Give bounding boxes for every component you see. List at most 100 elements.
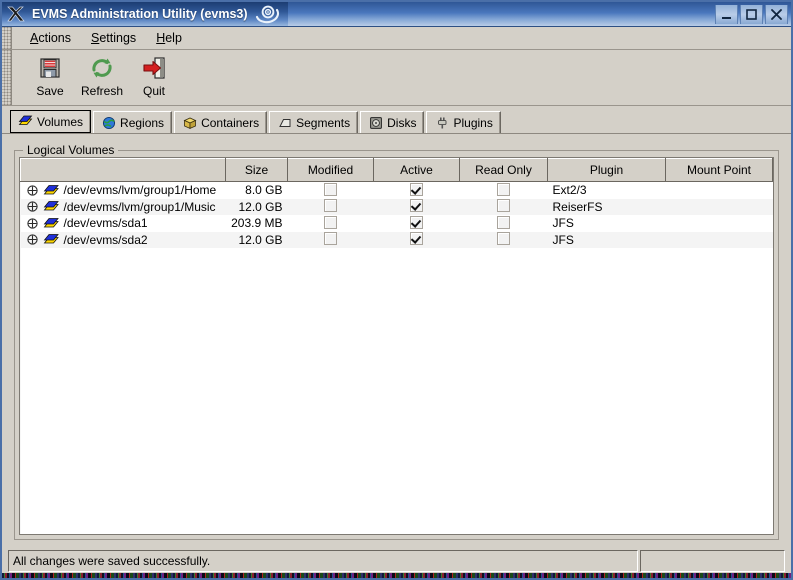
- volume-book-icon: [18, 115, 33, 129]
- tab-containers-label: Containers: [201, 116, 259, 130]
- cell-volume-name[interactable]: /dev/evms/lvm/group1/Music: [21, 199, 226, 216]
- read-only-checkbox[interactable]: [497, 199, 510, 212]
- volumes-table: Size Modified Active Read Only Plugin Mo…: [20, 158, 773, 248]
- cell-modified: [288, 182, 374, 199]
- menu-bar-drag-handle[interactable]: [2, 27, 12, 49]
- table-row[interactable]: /dev/evms/lvm/group1/Music12.0 GBReiserF…: [21, 199, 773, 216]
- active-checkbox[interactable]: [410, 232, 423, 245]
- volume-book-icon: [43, 184, 60, 197]
- read-only-checkbox[interactable]: [497, 183, 510, 196]
- cell-mount-point: [666, 182, 773, 199]
- expand-toggle-icon[interactable]: [26, 217, 39, 230]
- menu-item-help[interactable]: Help: [146, 29, 192, 47]
- column-header-active[interactable]: Active: [374, 159, 460, 182]
- tab-regions[interactable]: Regions: [93, 111, 172, 133]
- tab-plugins-label: Plugins: [453, 116, 492, 130]
- disk-icon: [368, 116, 383, 130]
- cell-read-only: [460, 199, 548, 216]
- window-controls: [713, 2, 791, 26]
- volume-name-label: /dev/evms/sda2: [64, 233, 148, 247]
- expand-toggle-icon[interactable]: [26, 200, 39, 213]
- refresh-button[interactable]: Refresh: [76, 54, 128, 98]
- column-header-modified[interactable]: Modified: [288, 159, 374, 182]
- menu-item-actions-rest: ctions: [38, 31, 71, 45]
- tab-containers[interactable]: Containers: [174, 111, 267, 133]
- cell-plugin: ReiserFS: [548, 199, 666, 216]
- menu-item-actions[interactable]: Actions: [20, 29, 81, 47]
- cell-plugin: JFS: [548, 232, 666, 249]
- segment-icon: [277, 116, 292, 130]
- tab-regions-label: Regions: [120, 116, 164, 130]
- menu-bar: Actions Settings Help: [2, 27, 791, 50]
- table-row[interactable]: /dev/evms/lvm/group1/Home8.0 GB Ext2/3: [21, 182, 773, 199]
- volume-name-label: /dev/evms/lvm/group1/Music: [64, 200, 216, 214]
- active-checkbox[interactable]: [410, 216, 423, 229]
- screen-artifact-strip: [2, 573, 791, 578]
- cell-volume-name[interactable]: /dev/evms/sda1: [21, 215, 226, 232]
- volumes-table-head: Size Modified Active Read Only Plugin Mo…: [21, 159, 773, 182]
- column-header-name[interactable]: [21, 159, 226, 182]
- modified-checkbox[interactable]: [324, 183, 337, 196]
- column-header-read-only[interactable]: Read Only: [460, 159, 548, 182]
- status-bar: All changes were saved successfully.: [4, 550, 789, 572]
- menu-item-settings[interactable]: Settings: [81, 29, 146, 47]
- minimize-button[interactable]: [715, 5, 738, 24]
- expand-toggle-icon[interactable]: [26, 184, 39, 197]
- tab-disks-label: Disks: [387, 116, 416, 130]
- active-checkbox[interactable]: [410, 183, 423, 196]
- read-only-checkbox[interactable]: [497, 232, 510, 245]
- expand-toggle-icon[interactable]: [26, 233, 39, 246]
- tab-segments[interactable]: Segments: [269, 111, 358, 133]
- cell-active: [374, 232, 460, 249]
- tab-plugins[interactable]: Plugins: [426, 111, 500, 133]
- modified-checkbox[interactable]: [324, 216, 337, 229]
- modified-checkbox[interactable]: [324, 199, 337, 212]
- cell-volume-name[interactable]: /dev/evms/lvm/group1/Home: [21, 182, 226, 199]
- cell-read-only: [460, 182, 548, 199]
- x-logo-icon: [6, 5, 26, 23]
- active-checkbox[interactable]: [410, 199, 423, 212]
- cell-plugin: Ext2/3: [548, 182, 666, 199]
- volumes-table-body: /dev/evms/lvm/group1/Home8.0 GB Ext2/3/de…: [21, 182, 773, 249]
- logical-volumes-group: Logical Volumes Size Modified Active Rea: [14, 150, 779, 540]
- cell-mount-point: [666, 199, 773, 216]
- toolbar: Save Refresh: [2, 50, 791, 106]
- exit-door-icon: [141, 54, 167, 82]
- table-row[interactable]: /dev/evms/sda1203.9 MBJFS: [21, 215, 773, 232]
- modified-checkbox[interactable]: [324, 232, 337, 245]
- menu-item-help-rest: elp: [165, 31, 182, 45]
- close-button[interactable]: [765, 5, 788, 24]
- status-aux-panel: [640, 550, 785, 572]
- cell-size: 8.0 GB: [226, 182, 288, 199]
- cell-size: 203.9 MB: [226, 215, 288, 232]
- column-header-plugin[interactable]: Plugin: [548, 159, 666, 182]
- title-bar[interactable]: EVMS Administration Utility (evms3): [2, 2, 791, 27]
- refresh-button-label: Refresh: [81, 84, 123, 98]
- window-title: EVMS Administration Utility (evms3): [32, 7, 248, 21]
- cell-volume-name[interactable]: /dev/evms/sda2: [21, 232, 226, 249]
- cell-size: 12.0 GB: [226, 232, 288, 249]
- quit-button-label: Quit: [143, 84, 165, 98]
- floppy-disk-icon: [37, 54, 63, 82]
- content-area: Logical Volumes Size Modified Active Rea: [4, 144, 789, 544]
- table-row[interactable]: /dev/evms/sda2 12.0 GB JFS: [21, 232, 773, 249]
- column-header-size[interactable]: Size: [226, 159, 288, 182]
- menu-items: Actions Settings Help: [12, 27, 192, 49]
- read-only-checkbox[interactable]: [497, 216, 510, 229]
- cell-modified: [288, 199, 374, 216]
- cell-read-only: [460, 232, 548, 249]
- tab-volumes[interactable]: Volumes: [10, 110, 91, 133]
- table-header-row: Size Modified Active Read Only Plugin Mo…: [21, 159, 773, 182]
- volume-name-label: /dev/evms/sda1: [64, 216, 148, 230]
- save-button[interactable]: Save: [24, 54, 76, 98]
- quit-button[interactable]: Quit: [128, 54, 180, 98]
- toolbar-drag-handle[interactable]: [2, 50, 12, 105]
- globe-icon: [101, 116, 116, 130]
- maximize-button[interactable]: [740, 5, 763, 24]
- refresh-arrows-icon: [89, 54, 115, 82]
- application-window: EVMS Administration Utility (evms3): [0, 0, 793, 580]
- volume-book-icon: [43, 233, 60, 246]
- cell-active: [374, 182, 460, 199]
- tab-disks[interactable]: Disks: [360, 111, 424, 133]
- column-header-mount-point[interactable]: Mount Point: [666, 159, 773, 182]
